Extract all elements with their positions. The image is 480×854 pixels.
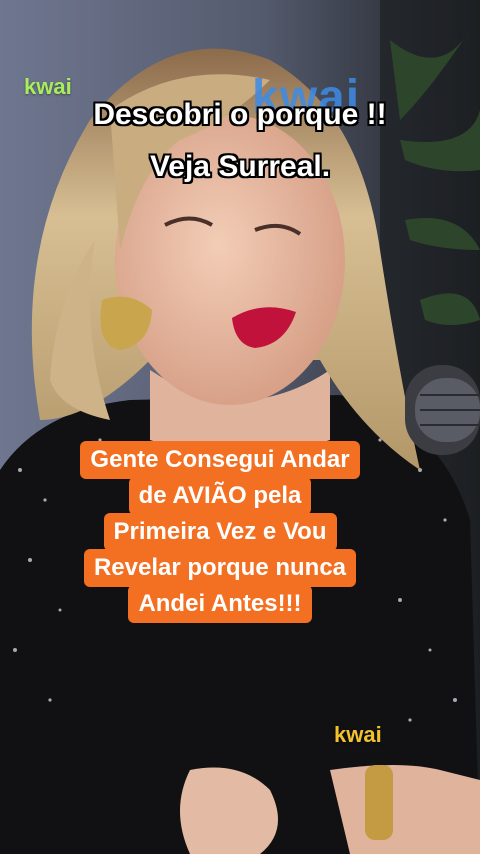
orange-caption-box: Gente Consegui Andar de AVIÃO pela Prime… bbox=[66, 441, 374, 623]
orange-caption-line: Gente Consegui Andar bbox=[80, 441, 360, 479]
orange-caption-line: Revelar porque nunca bbox=[83, 549, 357, 587]
orange-caption-line: de AVIÃO pela bbox=[128, 477, 312, 515]
orange-caption-line: Andei Antes!!! bbox=[128, 585, 312, 623]
caption-line-1: Descobri o porque !! bbox=[93, 98, 387, 131]
orange-caption-line: Primeira Vez e Vou bbox=[103, 513, 337, 551]
caption-line-2: Veja Surreal. bbox=[149, 150, 331, 183]
kwai-logo-bottom: kwai bbox=[334, 722, 382, 747]
kwai-logo-top: kwai bbox=[24, 74, 72, 99]
